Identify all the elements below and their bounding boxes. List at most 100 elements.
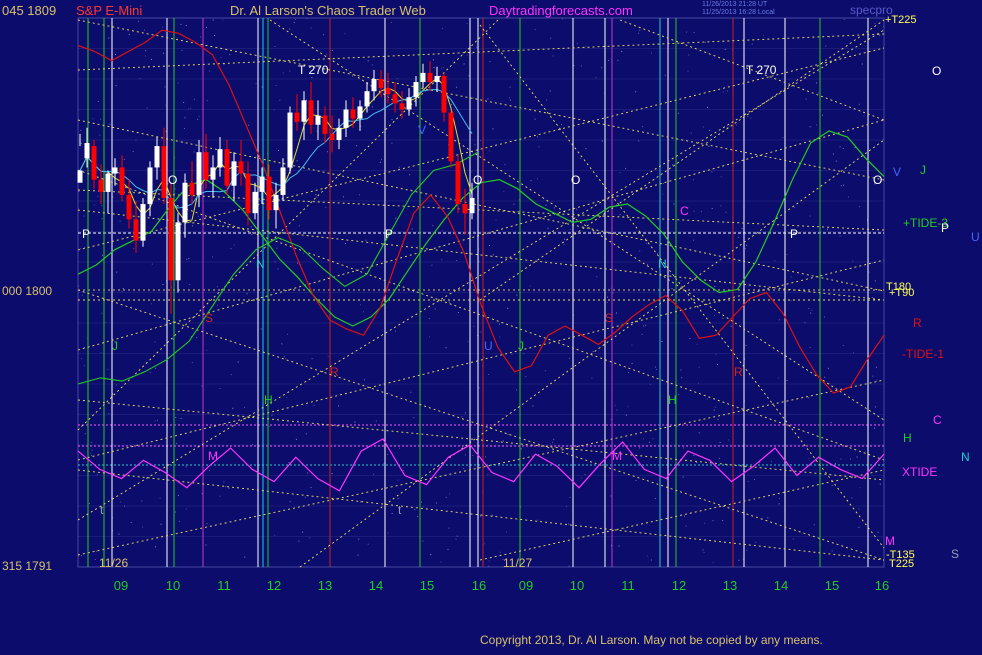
- star-dot: [722, 317, 724, 319]
- star-dot: [509, 86, 511, 88]
- legend-label: O: [932, 64, 941, 78]
- price-bar-body: [140, 204, 146, 241]
- x-axis-tick-label: 16: [472, 578, 486, 593]
- x-axis-tick-label: 09: [114, 578, 128, 593]
- star-dot: [778, 498, 780, 499]
- star-dot: [354, 421, 356, 423]
- star-dot: [738, 236, 740, 238]
- star-dot: [97, 195, 99, 197]
- x-axis-tick-label: 15: [825, 578, 839, 593]
- star-dot: [852, 260, 854, 262]
- star-dot: [327, 355, 329, 357]
- chart-annotation-label: H: [264, 393, 273, 407]
- star-dot: [315, 194, 317, 196]
- price-bar-body: [392, 94, 398, 104]
- star-dot: [530, 180, 532, 182]
- chart-annotation-label: C: [680, 204, 689, 218]
- star-dot: [227, 49, 229, 51]
- star-dot: [573, 65, 575, 66]
- star-dot: [623, 528, 625, 530]
- star-dot: [631, 363, 633, 364]
- star-dot: [131, 190, 133, 192]
- star-dot: [399, 447, 400, 449]
- star-dot: [714, 314, 715, 316]
- star-dot: [536, 136, 538, 138]
- star-dot: [244, 556, 246, 558]
- star-dot: [874, 23, 876, 24]
- star-dot: [164, 104, 166, 106]
- star-dot: [601, 140, 603, 142]
- star-dot: [704, 41, 706, 43]
- price-bar-body: [469, 197, 475, 214]
- price-bar-body: [224, 149, 230, 186]
- star-dot: [642, 126, 644, 128]
- price-bar-body: [329, 133, 335, 140]
- star-dot: [560, 289, 562, 291]
- star-dot: [119, 220, 121, 222]
- star-dot: [778, 503, 780, 505]
- star-dot: [693, 32, 695, 33]
- star-dot: [363, 379, 365, 381]
- legend-label: V: [893, 165, 901, 179]
- specpro-label: specpro: [850, 3, 893, 17]
- star-dot: [228, 487, 230, 489]
- star-dot: [730, 325, 732, 327]
- star-dot: [81, 294, 83, 296]
- star-dot: [646, 555, 648, 557]
- star-dot: [712, 562, 714, 564]
- star-dot: [696, 343, 698, 345]
- star-dot: [655, 368, 657, 370]
- star-dot: [304, 496, 306, 498]
- chart-annotation-label: N: [256, 257, 265, 271]
- star-dot: [206, 100, 208, 102]
- star-dot: [358, 538, 360, 540]
- star-dot: [657, 252, 659, 254]
- star-dot: [190, 107, 192, 109]
- star-dot: [467, 54, 469, 56]
- star-dot: [690, 132, 692, 134]
- star-dot: [183, 102, 185, 103]
- star-dot: [576, 208, 578, 210]
- star-dot: [642, 438, 644, 440]
- star-dot: [639, 447, 641, 449]
- star-dot: [641, 333, 643, 335]
- site-url-link[interactable]: Daytradingforecasts.com: [489, 3, 633, 18]
- star-dot: [741, 227, 743, 229]
- star-dot: [211, 256, 213, 258]
- x-axis-tick-label: 13: [318, 578, 332, 593]
- star-dot: [579, 157, 581, 159]
- star-dot: [546, 99, 548, 101]
- star-dot: [502, 440, 504, 442]
- star-dot: [122, 288, 124, 289]
- star-dot: [298, 540, 300, 542]
- star-dot: [842, 345, 844, 346]
- star-dot: [344, 33, 346, 35]
- star-dot: [621, 50, 623, 52]
- star-dot: [547, 227, 549, 229]
- star-dot: [782, 137, 784, 138]
- star-dot: [651, 52, 652, 54]
- star-dot: [184, 117, 186, 119]
- star-dot: [813, 524, 815, 526]
- star-dot: [564, 238, 565, 240]
- price-bar-body: [182, 182, 188, 223]
- star-dot: [711, 207, 713, 209]
- chart-annotation-label: P: [82, 227, 90, 241]
- star-dot: [538, 146, 540, 148]
- star-dot: [544, 370, 546, 372]
- star-dot: [293, 21, 295, 23]
- star-dot: [755, 541, 757, 543]
- star-dot: [220, 56, 222, 58]
- price-bar-body: [259, 176, 265, 192]
- price-bar-body: [154, 146, 160, 168]
- star-dot: [767, 517, 769, 519]
- star-dot: [443, 66, 445, 68]
- chart-annotation-label: S: [605, 311, 613, 325]
- star-dot: [233, 244, 235, 246]
- star-dot: [90, 441, 92, 443]
- price-bar-body: [441, 75, 447, 113]
- star-dot: [771, 460, 772, 462]
- star-dot: [116, 384, 117, 386]
- star-dot: [750, 117, 752, 119]
- star-dot: [193, 151, 195, 153]
